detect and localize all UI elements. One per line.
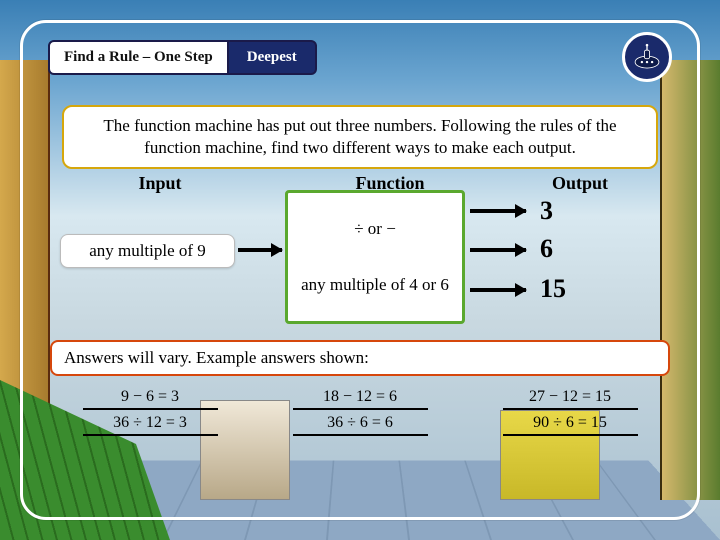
function-constraint: any multiple of 4 or 6 [301, 275, 449, 295]
answers-banner: Answers will vary. Example answers shown… [50, 340, 670, 376]
output-value-1: 3 [540, 196, 553, 226]
question-prompt: The function machine has put out three n… [62, 105, 658, 169]
function-box: ÷ or − any multiple of 4 or 6 [285, 190, 465, 324]
input-constraint-chip: any multiple of 9 [60, 234, 235, 268]
output-value-2: 6 [540, 234, 553, 264]
header-tabs: Find a Rule – One Step Deepest [48, 40, 317, 75]
example-equation: 27 − 12 = 15 [503, 386, 638, 410]
arrow-input-to-function [238, 248, 282, 252]
example-col-3: 27 − 12 = 15 90 ÷ 6 = 15 [480, 385, 660, 437]
submarine-badge [622, 32, 672, 82]
difficulty-level-tab: Deepest [229, 40, 317, 75]
function-machine: any multiple of 9 ÷ or − any multiple of… [60, 196, 660, 326]
example-equation: 9 − 6 = 3 [83, 386, 218, 410]
input-label: Input [60, 173, 260, 194]
example-equation: 90 ÷ 6 = 15 [503, 412, 638, 436]
lesson-title-tab: Find a Rule – One Step [48, 40, 229, 75]
example-equation: 18 − 12 = 6 [293, 386, 428, 410]
output-label: Output [510, 173, 650, 194]
arrow-to-output-3 [470, 288, 526, 292]
example-equation: 36 ÷ 12 = 3 [83, 412, 218, 436]
submarine-icon [630, 40, 664, 74]
arrow-to-output-1 [470, 209, 526, 213]
example-equation: 36 ÷ 6 = 6 [293, 412, 428, 436]
function-operator: ÷ or − [354, 219, 396, 239]
output-value-3: 15 [540, 274, 566, 304]
example-answers-row: 9 − 6 = 3 36 ÷ 12 = 3 18 − 12 = 6 36 ÷ 6… [60, 385, 660, 437]
example-col-2: 18 − 12 = 6 36 ÷ 6 = 6 [270, 385, 450, 437]
arrow-to-output-2 [470, 248, 526, 252]
example-col-1: 9 − 6 = 3 36 ÷ 12 = 3 [60, 385, 240, 437]
